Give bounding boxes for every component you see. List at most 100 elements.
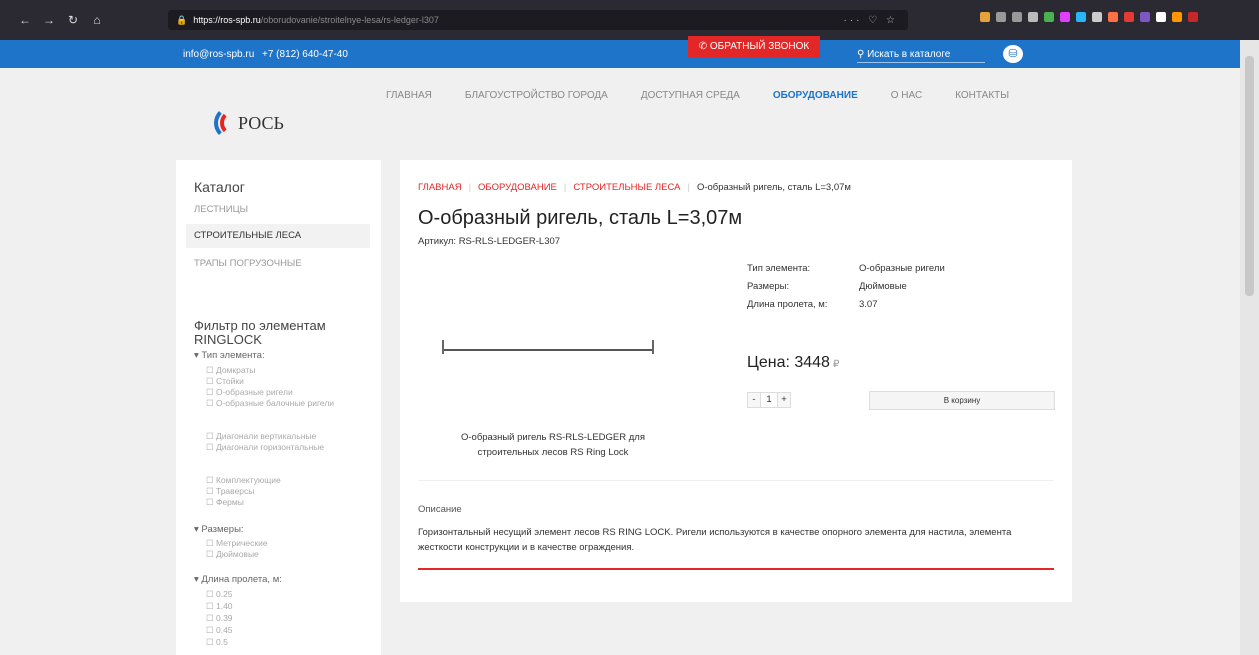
attribute-key: Длина пролета, м: xyxy=(747,299,828,310)
filter-option[interactable]: ☐ Домкраты xyxy=(206,365,366,376)
site-logo[interactable]: РОСЬ xyxy=(214,106,284,140)
menu-item-accessible[interactable]: ДОСТУПНАЯ СРЕДА xyxy=(641,90,740,101)
attribute-row: Размеры: Дюймовые xyxy=(747,278,945,296)
filter-option[interactable]: ☐ 1.40 xyxy=(206,601,366,612)
filter-option[interactable]: ☐ 0.5 xyxy=(206,637,366,648)
extension-icon[interactable] xyxy=(1124,12,1134,22)
address-bar[interactable]: 🔒 https://ros-spb.ru /oborudovanie/stroi… xyxy=(168,10,908,30)
phone-link[interactable]: +7 (812) 640-47-40 xyxy=(262,49,348,60)
qty-input[interactable]: 1 xyxy=(761,392,777,408)
extension-icon[interactable] xyxy=(1044,12,1054,22)
page-title: О-образный ригель, сталь L=3,07м xyxy=(418,207,743,229)
breadcrumb-home[interactable]: ГЛАВНАЯ xyxy=(418,182,462,193)
extension-icon[interactable] xyxy=(980,12,990,22)
search-placeholder: Искать в каталоге xyxy=(867,49,951,60)
add-to-cart-button[interactable]: В корзину xyxy=(869,391,1055,410)
extension-icon[interactable] xyxy=(996,12,1006,22)
description-text: Горизонтальный несущий элемент лесов RS … xyxy=(418,527,1012,553)
sidebar-item-ladders[interactable]: ЛЕСТНИЦЫ xyxy=(194,204,248,215)
extension-icon[interactable] xyxy=(1028,12,1038,22)
extension-icon[interactable] xyxy=(1156,12,1166,22)
sidebar-item-ramps[interactable]: ТРАПЫ ПОГРУЗОЧНЫЕ xyxy=(194,258,302,269)
extensions-bar xyxy=(980,12,1198,22)
ledger-bar xyxy=(444,349,652,351)
extension-icon[interactable] xyxy=(1076,12,1086,22)
callback-label: ОБРАТНЫЙ ЗВОНОК xyxy=(709,41,810,52)
attribute-key: Размеры: xyxy=(747,281,790,292)
scrollbar-thumb[interactable] xyxy=(1245,56,1254,296)
sidebar-item-scaffolding[interactable]: СТРОИТЕЛЬНЫЕ ЛЕСА xyxy=(186,224,370,248)
back-icon[interactable]: ← xyxy=(18,13,32,27)
filter-title: Фильтр по элементам RINGLOCK xyxy=(194,318,326,347)
description-label: Описание xyxy=(418,504,462,515)
filter-option-label: О-образные ригели xyxy=(215,387,293,397)
product-card: ГЛАВНАЯ | ОБОРУДОВАНИЕ | СТРОИТЕЛЬНЫЕ ЛЕСА | О… xyxy=(400,160,1072,602)
filter-option[interactable]: ☐ 0.45 xyxy=(206,625,366,636)
browser-toolbar: ← → ↻ ⌂ 🔒 https://ros-spb.ru /oborudovan… xyxy=(0,0,1259,40)
filter-option-label: 0.5 xyxy=(215,637,228,647)
filter-option-label: Диагонали вертикальные xyxy=(215,431,317,441)
lock-icon: 🔒 xyxy=(176,14,188,25)
qty-increment-button[interactable]: + xyxy=(777,392,791,408)
filter-group-label: Тип элемента: xyxy=(201,350,265,361)
filter-option-label: 0.39 xyxy=(215,613,233,623)
filter-option[interactable]: ☐ Метрические xyxy=(206,538,366,549)
filter-option[interactable]: ☐ 0.25 xyxy=(206,589,366,600)
filter-option[interactable]: ☐ О-образные балочные ригели xyxy=(206,398,366,409)
filter-group-label: Размеры: xyxy=(201,524,244,535)
extension-icon[interactable] xyxy=(1060,12,1070,22)
cart-icon[interactable]: ⛁ xyxy=(1003,45,1023,63)
url-path: /oborudovanie/stroitelnye-lesa/rs-ledger… xyxy=(260,15,439,25)
product-image-caption: О-образный ригель RS-RLS-LEDGER для стро… xyxy=(460,432,645,458)
page-scrollbar[interactable] xyxy=(1240,40,1259,655)
catalog-search-input[interactable]: ⚲ Искать в каталоге xyxy=(857,49,985,63)
filter-group-type[interactable]: ▾ Тип элемента: xyxy=(194,350,265,361)
filter-option[interactable]: ☐ Диагонали горизонтальные xyxy=(206,442,366,453)
filter-option-label: Фермы xyxy=(215,497,244,507)
extension-icon[interactable] xyxy=(1188,12,1198,22)
filter-option[interactable]: ☐ 0.39 xyxy=(206,613,366,624)
filter-option[interactable]: ☐ Стойки xyxy=(206,376,366,387)
ledger-end-left xyxy=(442,340,444,354)
qty-decrement-button[interactable]: - xyxy=(747,392,761,408)
filter-option[interactable]: ☐ Диагонали вертикальные xyxy=(206,431,366,442)
filter-group-label: Длина пролета, м: xyxy=(201,574,282,585)
extension-icon[interactable] xyxy=(1172,12,1182,22)
menu-item-about[interactable]: О НАС xyxy=(891,90,922,101)
product-attributes: Тип элемента: О-образные ригели Размеры: Д… xyxy=(747,260,945,314)
sidebar-title: Каталог xyxy=(194,179,245,195)
menu-item-home[interactable]: ГЛАВНАЯ xyxy=(386,90,432,101)
filter-option[interactable]: ☐ Комплектующие xyxy=(206,475,366,486)
search-icon: ⚲ xyxy=(857,49,868,60)
filter-option[interactable]: ☐ О-образные ригели xyxy=(206,387,366,398)
accent-divider xyxy=(418,568,1054,570)
reload-icon[interactable]: ↻ xyxy=(66,13,80,27)
attribute-key: Тип элемента: xyxy=(747,263,811,274)
extension-icon[interactable] xyxy=(1140,12,1150,22)
breadcrumb-scaffolding[interactable]: СТРОИТЕЛЬНЫЕ ЛЕСА xyxy=(573,182,680,193)
filter-option[interactable]: ☐ Дюймовые xyxy=(206,549,366,560)
email-link[interactable]: info@ros-spb.ru xyxy=(183,49,254,60)
menu-item-contacts[interactable]: КОНТАКТЫ xyxy=(955,90,1009,101)
filter-group-length[interactable]: ▾ Длина пролета, м: xyxy=(194,574,282,585)
filter-option[interactable]: ☐ Фермы xyxy=(206,497,366,508)
product-price: Цена: 3448 ₽ xyxy=(747,354,839,372)
extension-icon[interactable] xyxy=(1092,12,1102,22)
product-image[interactable] xyxy=(440,340,656,354)
extension-icon[interactable] xyxy=(1012,12,1022,22)
breadcrumb-equipment[interactable]: ОБОРУДОВАНИЕ xyxy=(478,182,557,193)
filter-option-label: Траверсы xyxy=(215,486,255,496)
breadcrumb-current: О-образный ригель, сталь L=3,07м xyxy=(696,182,851,193)
home-icon[interactable]: ⌂ xyxy=(90,13,104,27)
filter-group-size[interactable]: ▾ Размеры: xyxy=(194,524,244,535)
callback-button[interactable]: ✆ ОБРАТНЫЙ ЗВОНОК xyxy=(688,36,820,58)
menu-item-equipment[interactable]: ОБОРУДОВАНИЕ xyxy=(773,90,858,101)
forward-icon[interactable]: → xyxy=(42,13,56,27)
extension-icon[interactable] xyxy=(1108,12,1118,22)
quantity-stepper: - 1 + xyxy=(747,392,791,408)
filter-option[interactable]: ☐ Траверсы xyxy=(206,486,366,497)
page-actions-icon[interactable]: ··· ♡ ☆ xyxy=(844,15,898,26)
ruble-icon: ₽ xyxy=(832,359,840,370)
menu-item-city[interactable]: БЛАГОУСТРОЙСТВО ГОРОДА xyxy=(465,90,608,101)
url-host: https://ros-spb.ru xyxy=(193,15,261,25)
